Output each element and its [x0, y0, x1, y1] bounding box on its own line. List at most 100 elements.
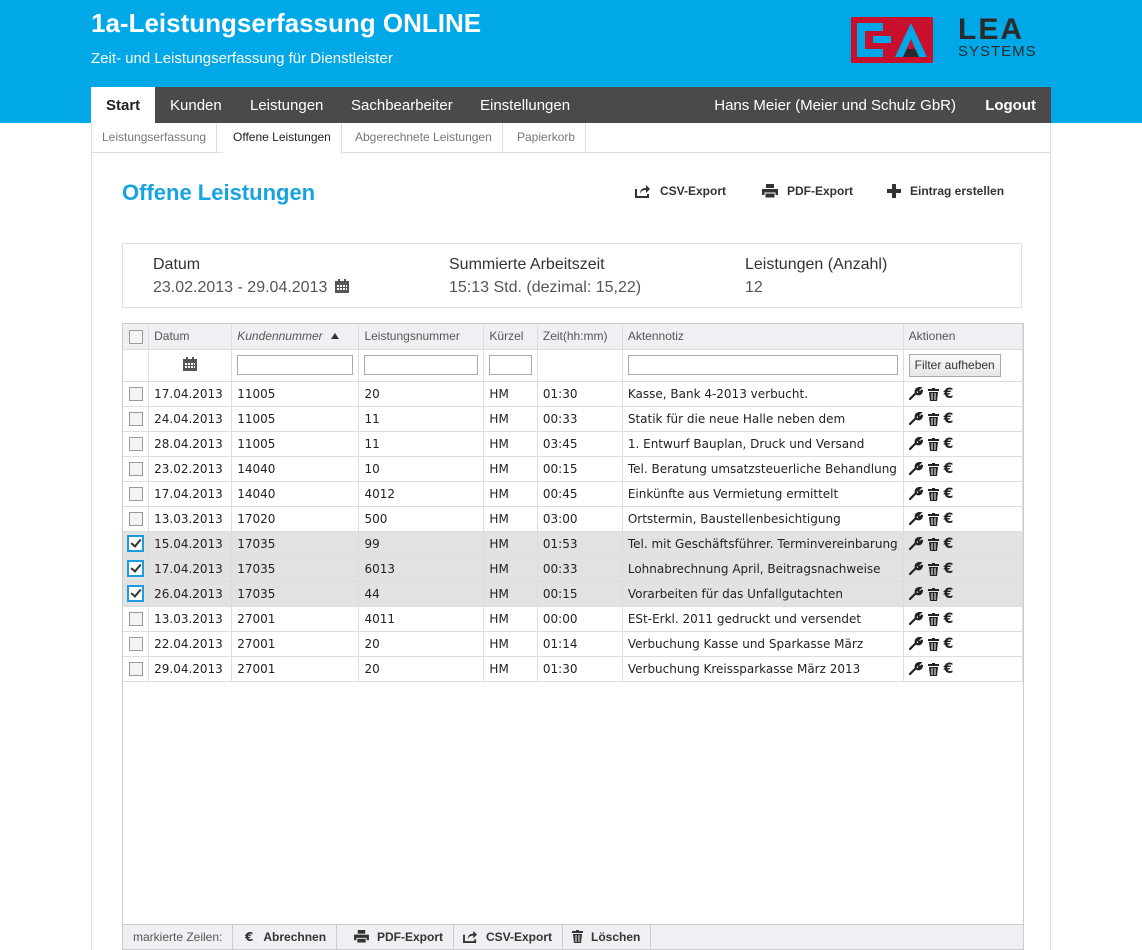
bulk-bill-label: Abrechnen	[263, 930, 327, 944]
row-checkbox[interactable]	[128, 486, 143, 501]
bulk-pdf-export-button[interactable]: PDF-Export	[344, 925, 454, 950]
column-header-aktennotiz[interactable]: Aktennotiz	[622, 324, 904, 350]
row-checkbox[interactable]	[128, 661, 143, 676]
row-checkbox[interactable]	[128, 636, 143, 651]
column-header-kundennummer[interactable]: Kundennummer	[231, 324, 360, 350]
pdf-export-button[interactable]: PDF-Export	[762, 184, 853, 199]
nav-item-start[interactable]: Start	[91, 87, 156, 123]
logout-button[interactable]: Logout	[985, 87, 1036, 125]
table-row[interactable]: 24.04.2013 11005 11 HM 00:33 Statik für die n…	[123, 406, 1024, 432]
euro-bill-icon[interactable]: €	[944, 561, 954, 577]
wrench-edit-icon[interactable]	[908, 586, 923, 601]
row-checkbox[interactable]	[128, 411, 143, 426]
table-row[interactable]: 26.04.2013 17035 44 HM 00:15 Vorarbeiten für …	[123, 581, 1024, 607]
trash-icon[interactable]	[927, 662, 939, 676]
table-row[interactable]: 13.03.2013 27001 4011 HM 00:00 ESt-Erkl. 2011…	[123, 606, 1024, 632]
calendar-icon[interactable]	[183, 356, 198, 371]
wrench-edit-icon[interactable]	[908, 661, 923, 676]
row-checkbox[interactable]	[128, 386, 143, 401]
column-header-kuerzel[interactable]: Kürzel	[483, 324, 538, 350]
table-row[interactable]: 17.04.2013 14040 4012 HM 00:45 Einkünfte aus …	[123, 481, 1024, 507]
row-checkbox[interactable]	[127, 535, 145, 552]
trash-icon[interactable]	[927, 637, 939, 651]
euro-bill-icon[interactable]: €	[944, 661, 954, 677]
trash-icon[interactable]	[927, 487, 939, 501]
trash-icon[interactable]	[927, 512, 939, 526]
trash-icon[interactable]	[927, 387, 939, 401]
wrench-edit-icon[interactable]	[908, 561, 923, 576]
trash-icon[interactable]	[927, 437, 939, 451]
create-entry-button[interactable]: Eintrag erstellen	[887, 184, 1004, 198]
calendar-icon[interactable]	[334, 279, 349, 293]
subnav-item-papierkorb[interactable]: Papierkorb	[507, 123, 587, 153]
bulk-csv-export-button[interactable]: CSV-Export	[453, 925, 564, 950]
table-row[interactable]: 29.04.2013 27001 20 HM 01:30 Verbuchung Kreis…	[123, 656, 1024, 682]
filter-kuerzel-input[interactable]	[489, 355, 532, 375]
bulk-delete-button[interactable]: Löschen	[562, 925, 652, 950]
wrench-edit-icon[interactable]	[908, 486, 923, 501]
nav-item-leistungen[interactable]: Leistungen	[235, 87, 338, 123]
wrench-edit-icon[interactable]	[908, 461, 923, 476]
column-header-zeit[interactable]: Zeit(hh:mm)	[537, 324, 623, 350]
filter-kundennummer-input[interactable]	[237, 355, 354, 375]
services-grid: Datum Kundennummer Leistungsnummer Kürze…	[122, 323, 1024, 950]
subnav-item-abgerechnete-leistungen[interactable]: Abgerechnete Leistungen	[345, 123, 503, 153]
euro-bill-icon[interactable]: €	[944, 436, 954, 452]
wrench-edit-icon[interactable]	[908, 511, 923, 526]
csv-export-button[interactable]: CSV-Export	[635, 184, 726, 198]
filter-leistungsnummer-input[interactable]	[364, 355, 479, 375]
euro-bill-icon[interactable]: €	[944, 586, 954, 602]
table-row[interactable]: 15.04.2013 17035 99 HM 01:53 Tel. mit Geschäf…	[123, 531, 1024, 557]
trash-icon[interactable]	[927, 587, 939, 601]
row-checkbox[interactable]	[128, 511, 143, 526]
row-checkbox[interactable]	[128, 461, 143, 476]
table-row[interactable]: 23.02.2013 14040 10 HM 00:15 Tel. Beratung um…	[123, 456, 1024, 482]
wrench-edit-icon[interactable]	[908, 411, 923, 426]
trash-icon[interactable]	[927, 562, 939, 576]
row-time: 01:53	[537, 531, 623, 557]
clear-filter-button[interactable]: Filter aufheben	[908, 353, 1001, 377]
euro-bill-icon[interactable]: €	[944, 511, 954, 527]
euro-bill-icon[interactable]: €	[944, 611, 954, 627]
euro-bill-icon[interactable]: €	[944, 636, 954, 652]
trash-icon[interactable]	[927, 412, 939, 426]
euro-bill-icon[interactable]: €	[944, 386, 954, 402]
column-header-leistungsnummer[interactable]: Leistungsnummer	[358, 324, 485, 350]
subnav-item-leistungserfassung[interactable]: Leistungserfassung	[92, 123, 218, 153]
nav-item-kunden[interactable]: Kunden	[155, 87, 237, 123]
euro-bill-icon[interactable]: €	[944, 486, 954, 502]
row-checkbox[interactable]	[127, 585, 145, 602]
filter-aktennotiz-input[interactable]	[627, 355, 898, 375]
column-header-datum[interactable]: Datum	[148, 324, 233, 350]
wrench-edit-icon[interactable]	[908, 386, 923, 401]
select-all-checkbox[interactable]	[128, 329, 143, 344]
trash-icon[interactable]	[927, 612, 939, 626]
table-row[interactable]: 28.04.2013 11005 11 HM 03:45 1. Entwurf Baupl…	[123, 431, 1024, 457]
row-checkbox[interactable]	[128, 611, 143, 626]
summary-date: Datum 23.02.2013 - 29.04.2013	[153, 256, 349, 297]
summary-worktime: Summierte Arbeitszeit 15:13 Std. (dezima…	[449, 256, 641, 297]
euro-bill-icon[interactable]: €	[944, 461, 954, 477]
table-row[interactable]: 13.03.2013 17020 500 HM 03:00 Ortstermin, Bau…	[123, 506, 1024, 532]
wrench-edit-icon[interactable]	[908, 536, 923, 551]
trash-icon[interactable]	[927, 462, 939, 476]
trash-icon[interactable]	[927, 537, 939, 551]
bulk-pdf-export-label: PDF-Export	[377, 930, 443, 944]
nav-item-sachbearbeiter[interactable]: Sachbearbeiter	[336, 87, 468, 123]
row-checkbox[interactable]	[128, 436, 143, 451]
euro-bill-icon[interactable]: €	[944, 411, 954, 427]
table-row[interactable]: 22.04.2013 27001 20 HM 01:14 Verbuchung Kasse…	[123, 631, 1024, 657]
subnav-item-offene-leistungen[interactable]: Offene Leistungen	[223, 123, 342, 154]
row-date: 13.03.2013	[148, 506, 233, 532]
bulk-bill-button[interactable]: € Abrechnen	[235, 925, 338, 950]
euro-bill-icon[interactable]: €	[944, 536, 954, 552]
wrench-edit-icon[interactable]	[908, 436, 923, 451]
wrench-edit-icon[interactable]	[908, 636, 923, 651]
summary-worktime-value: 15:13 Std. (dezimal: 15,22)	[449, 279, 642, 296]
table-row[interactable]: 17.04.2013 17035 6013 HM 00:33 Lohnabrechnung…	[123, 556, 1024, 582]
row-checkbox[interactable]	[127, 560, 145, 577]
table-row[interactable]: 17.04.2013 11005 20 HM 01:30 Kasse, Bank 4-20…	[123, 381, 1024, 407]
euro-icon: €	[245, 930, 254, 944]
nav-item-einstellungen[interactable]: Einstellungen	[465, 87, 585, 123]
wrench-edit-icon[interactable]	[908, 611, 923, 626]
